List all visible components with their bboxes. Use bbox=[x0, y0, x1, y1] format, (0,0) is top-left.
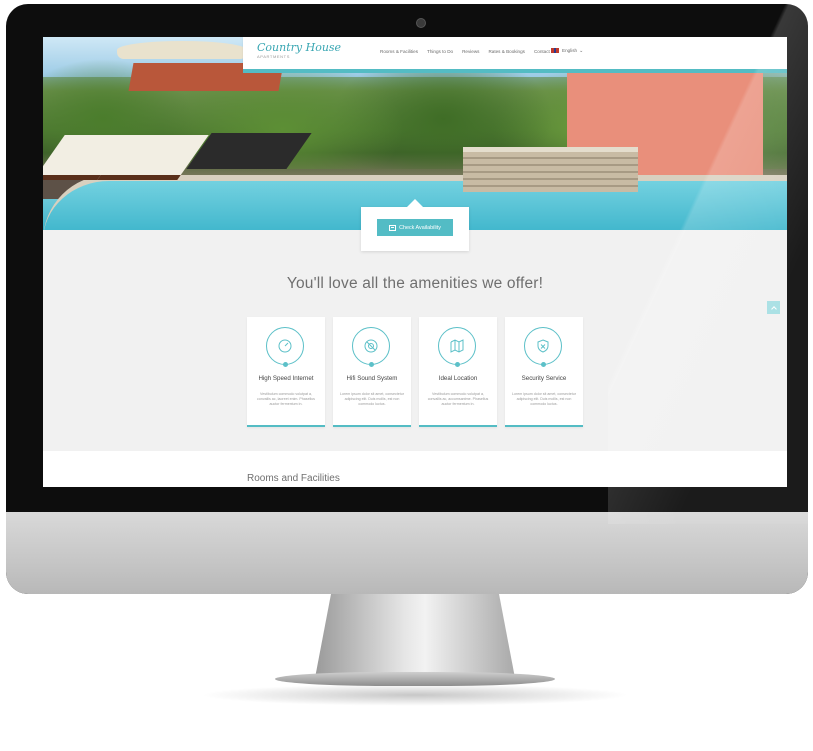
top-navigation: Country House APARTMENTS Rooms & Facilit… bbox=[243, 37, 787, 73]
amenity-title: Security Service bbox=[521, 375, 567, 382]
monitor-stand bbox=[315, 594, 515, 678]
amenities-heading: You'll love all the amenities we offer! bbox=[286, 275, 544, 292]
monitor-base bbox=[275, 672, 555, 686]
check-availability-button[interactable]: Check Availability bbox=[377, 219, 453, 236]
calendar-icon bbox=[389, 224, 397, 231]
shield-icon bbox=[524, 327, 562, 367]
amenity-cards: High Speed Internet Vestibulum commodo v… bbox=[247, 317, 583, 427]
site-logo[interactable]: Country House APARTMENTS bbox=[257, 42, 341, 60]
amenity-card-internet[interactable]: High Speed Internet Vestibulum commodo v… bbox=[247, 317, 325, 427]
chevron-down-icon: ⌄ bbox=[579, 47, 584, 54]
rooms-section: Rooms and Facilities bbox=[43, 451, 787, 487]
amenity-title: Hifi Sound System bbox=[346, 375, 398, 382]
nav-item-reviews[interactable]: Reviews bbox=[462, 49, 479, 54]
map-icon bbox=[438, 327, 476, 367]
amenity-card-sound[interactable]: Hifi Sound System Lorem ipsum dolor sit … bbox=[333, 317, 411, 427]
amenity-card-location[interactable]: Ideal Location Vestibulum commodo volutp… bbox=[419, 317, 497, 427]
speedometer-icon bbox=[266, 327, 304, 367]
amenity-description: Vestibulum commodo volutpat a, convallis… bbox=[427, 392, 489, 406]
monitor-frame: Country House APARTMENTS Rooms & Facilit… bbox=[6, 4, 808, 594]
amenity-description: Vestibulum commodo volutpat a, convallis… bbox=[257, 392, 315, 406]
availability-panel: Check Availability bbox=[361, 199, 469, 251]
speaker-icon bbox=[352, 327, 390, 367]
rooms-section-title: Rooms and Facilities bbox=[247, 473, 340, 484]
website-screen: Country House APARTMENTS Rooms & Facilit… bbox=[43, 37, 787, 487]
uk-flag-icon bbox=[550, 47, 560, 54]
brand-tagline: APARTMENTS bbox=[257, 54, 290, 59]
nav-item-things-to-do[interactable]: Things to Do bbox=[427, 49, 453, 54]
amenity-description: Lorem ipsum dolor sit amet, consectetur … bbox=[512, 392, 576, 406]
brand-name: Country House bbox=[257, 41, 342, 54]
nav-menu: Rooms & Facilities Things to Do Reviews … bbox=[380, 49, 550, 54]
amenity-title: High Speed Internet bbox=[258, 375, 314, 382]
nav-item-rates[interactable]: Rates & Bookings bbox=[488, 49, 525, 54]
amenity-title: Ideal Location bbox=[438, 375, 478, 382]
language-label: English bbox=[562, 48, 578, 53]
nav-item-contact[interactable]: Contact bbox=[534, 49, 550, 54]
camera-icon bbox=[416, 18, 426, 28]
language-selector[interactable]: English ⌄ bbox=[550, 47, 583, 54]
check-availability-label: Check Availability bbox=[399, 224, 441, 231]
scroll-up-button[interactable] bbox=[767, 301, 780, 314]
nav-item-rooms[interactable]: Rooms & Facilities bbox=[380, 49, 418, 54]
amenity-description: Lorem ipsum dolor sit amet, consectetur … bbox=[340, 392, 404, 406]
amenity-card-security[interactable]: Security Service Lorem ipsum dolor sit a… bbox=[505, 317, 583, 427]
